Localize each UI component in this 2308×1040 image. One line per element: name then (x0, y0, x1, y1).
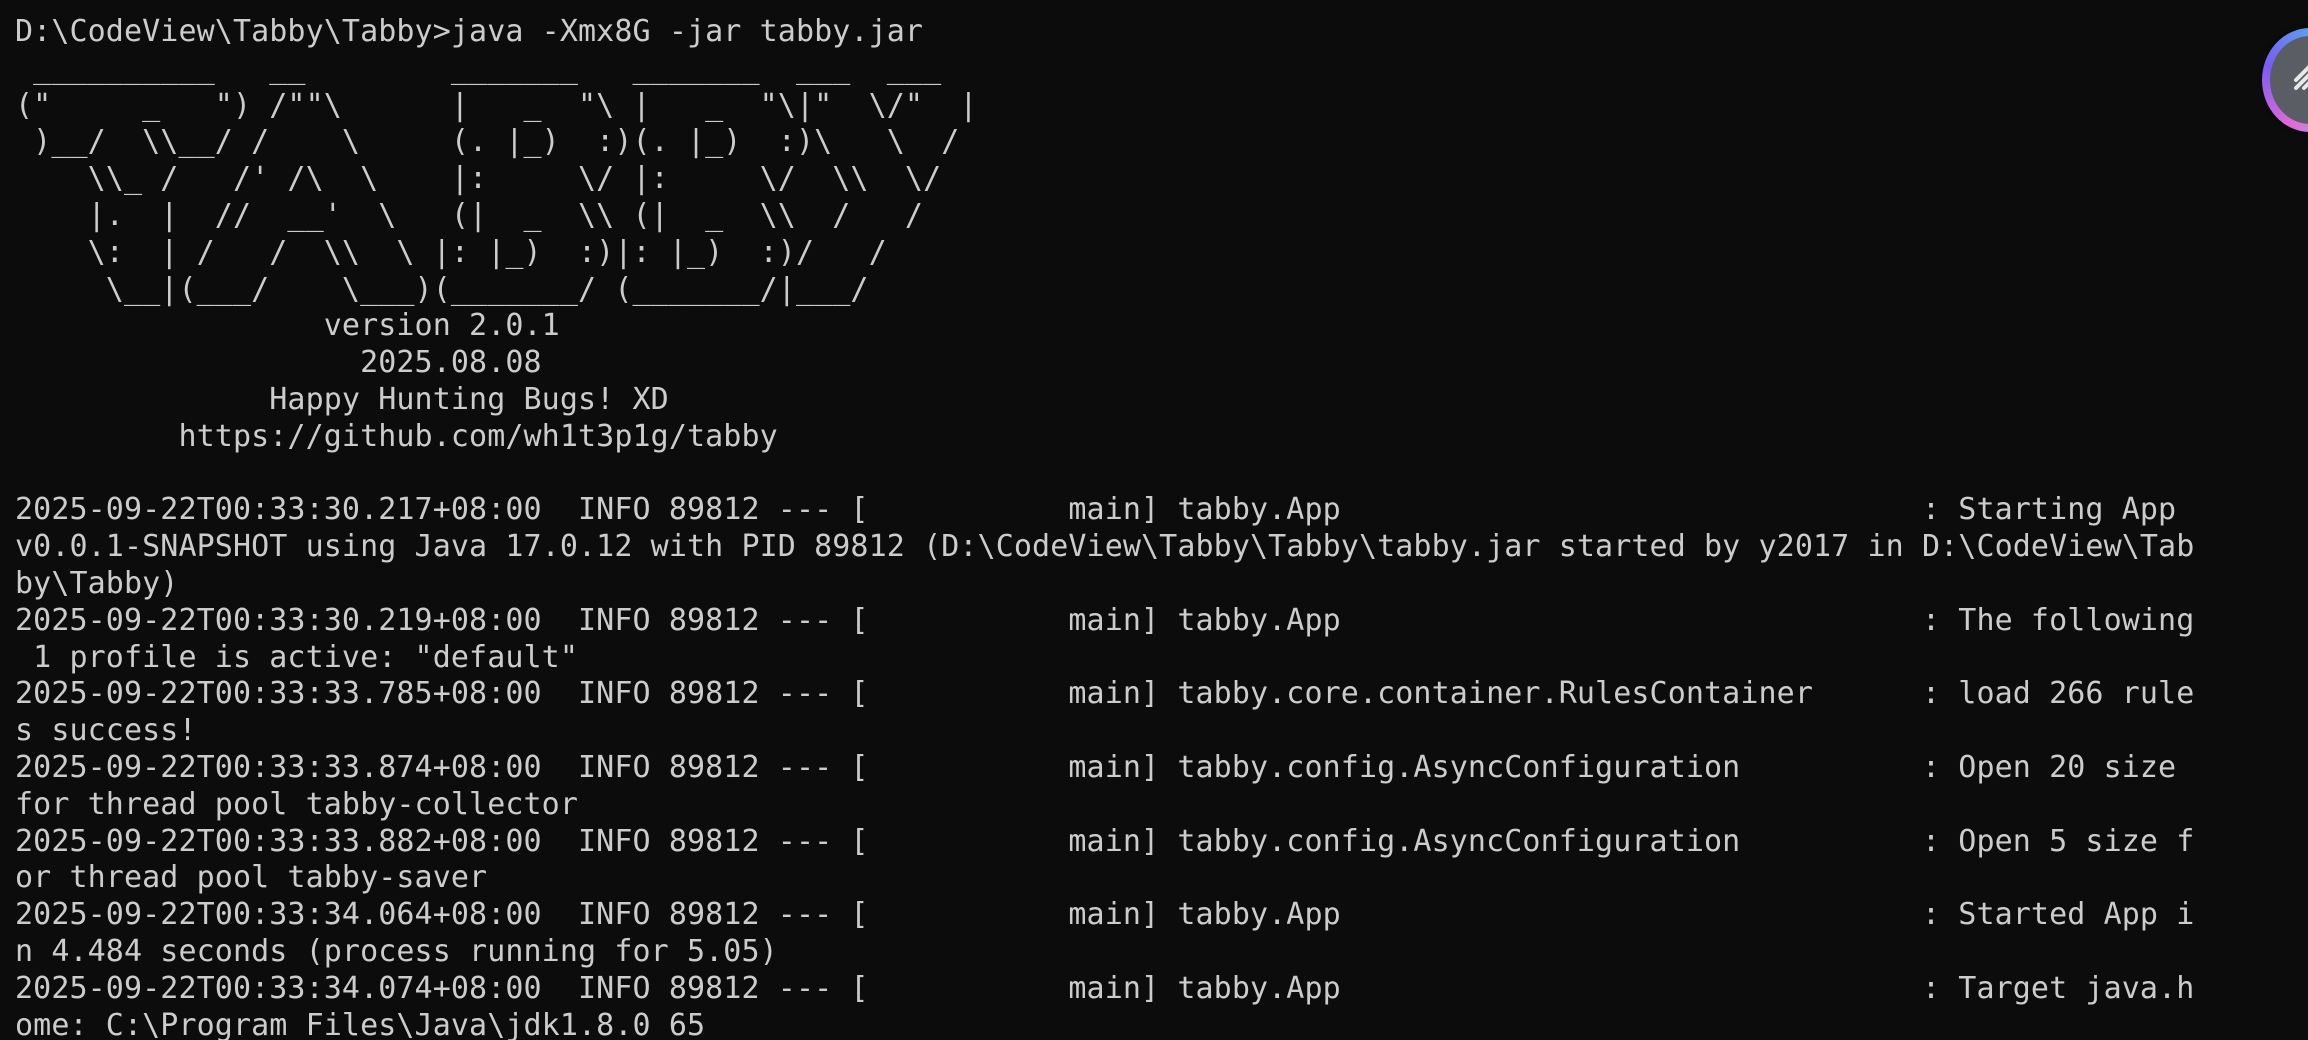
ascii-banner-line: \__|(___/ \___)(_______/ (_______/|___/ (15, 271, 869, 307)
app-shortcut-icon (2294, 65, 2308, 90)
log-line: 2025-09-22T00:33:34.074+08:00 INFO 89812… (15, 970, 2195, 1006)
log-line: v0.0.1-SNAPSHOT using Java 17.0.12 with … (15, 529, 2195, 565)
log-line: for thread pool tabby-collector (15, 786, 579, 822)
ascii-banner-line: \: | / / \\ \ |: |_) :)|: |_) :)/ / (15, 234, 887, 270)
floating-button-face (2270, 36, 2308, 124)
url-line: https://github.com/wh1t3p1g/tabby (15, 418, 778, 454)
log-line: s success! (15, 713, 197, 749)
log-line: 2025-09-22T00:33:34.064+08:00 INFO 89812… (15, 897, 2195, 933)
terminal-window[interactable]: D:\CodeView\Tabby\Tabby>java -Xmx8G -jar… (0, 0, 2308, 1040)
ascii-banner-line: |. | // __' \ (| _ \\ (| _ \\ / / (15, 197, 924, 233)
ascii-banner-line: __________ __ _______ _______ ___ ___ (15, 50, 942, 86)
log-line: 2025-09-22T00:33:33.874+08:00 INFO 89812… (15, 749, 2177, 785)
log-line: by\Tabby) (15, 565, 179, 601)
log-line: n 4.484 seconds (process running for 5.0… (15, 933, 778, 969)
log-line: or thread pool tabby-saver (15, 860, 488, 896)
log-line: 2025-09-22T00:33:33.785+08:00 INFO 89812… (15, 676, 2195, 712)
log-line: 2025-09-22T00:33:30.219+08:00 INFO 89812… (15, 602, 2195, 638)
tagline-line: Happy Hunting Bugs! XD (15, 381, 669, 417)
log-line: 1 profile is active: "default" (15, 639, 579, 675)
ascii-banner-line: (" _ ") /""\ | _ "\ | _ "\|" \/" | (15, 87, 978, 123)
date-line: 2025.08.08 (15, 345, 542, 381)
command-line: D:\CodeView\Tabby\Tabby>java -Xmx8G -jar… (15, 14, 924, 49)
log-line: 2025-09-22T00:33:30.217+08:00 INFO 89812… (15, 492, 2177, 528)
log-line: ome: C:\Program Files\Java\jdk1.8.0_65 (15, 1007, 706, 1040)
version-line: version 2.0.1 (15, 308, 560, 344)
ascii-banner-line: )__/ \\__/ / \ (. |_) :)(. |_) :)\ \ / (15, 124, 960, 160)
ascii-banner-line: \\_ / /' /\ \ |: \/ |: \/ \\ \/ (15, 161, 942, 197)
log-line: 2025-09-22T00:33:33.882+08:00 INFO 89812… (15, 823, 2195, 859)
